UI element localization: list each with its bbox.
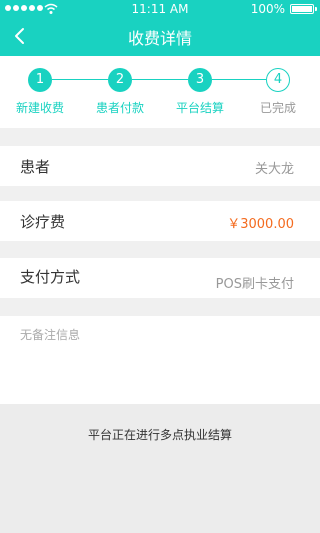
payment-label: 支付方式: [20, 268, 81, 286]
step-number: 2: [108, 68, 132, 92]
step-label: 已完成: [259, 101, 296, 115]
fee-amount: ￥3000.00: [227, 217, 294, 232]
page-title: 收费详情: [127, 29, 192, 48]
step-number: 4: [266, 68, 290, 92]
status-bar: 11:11 AM 100%: [0, 0, 320, 18]
battery-percent: 100%: [250, 2, 285, 16]
step-4: 4 已完成: [238, 68, 318, 116]
step-label: 新建收费: [15, 101, 64, 115]
settlement-notice: 平台正在进行多点执业结算: [0, 404, 320, 533]
progress-steps: 1 新建收费 2 患者付款 3 平台结算 4 已完成: [0, 56, 320, 128]
payment-method: POS刷卡支付: [215, 277, 294, 292]
fee-label: 诊疗费: [20, 213, 66, 231]
battery-icon: [290, 4, 317, 14]
memo-box: 无备注信息: [0, 316, 320, 404]
patient-name: 关大龙: [254, 162, 294, 177]
patient-row: 患者 关大龙: [0, 146, 320, 186]
notice-text: 平台正在进行多点执业结算: [87, 428, 232, 442]
step-label: 平台结算: [175, 101, 224, 115]
step-2: 2 患者付款: [80, 68, 160, 116]
step-number: 1: [28, 68, 52, 92]
step-number: 3: [188, 68, 212, 92]
memo-placeholder: 无备注信息: [20, 328, 81, 342]
fee-row: 诊疗费 ￥3000.00: [0, 201, 320, 241]
payment-row: 支付方式 POS刷卡支付: [0, 258, 320, 298]
header: 11:11 AM 100% 收费详情: [0, 0, 320, 56]
step-3: 3 平台结算: [160, 68, 240, 116]
step-label: 患者付款: [95, 101, 144, 115]
step-1: 1 新建收费: [0, 68, 80, 116]
patient-label: 患者: [20, 158, 51, 176]
